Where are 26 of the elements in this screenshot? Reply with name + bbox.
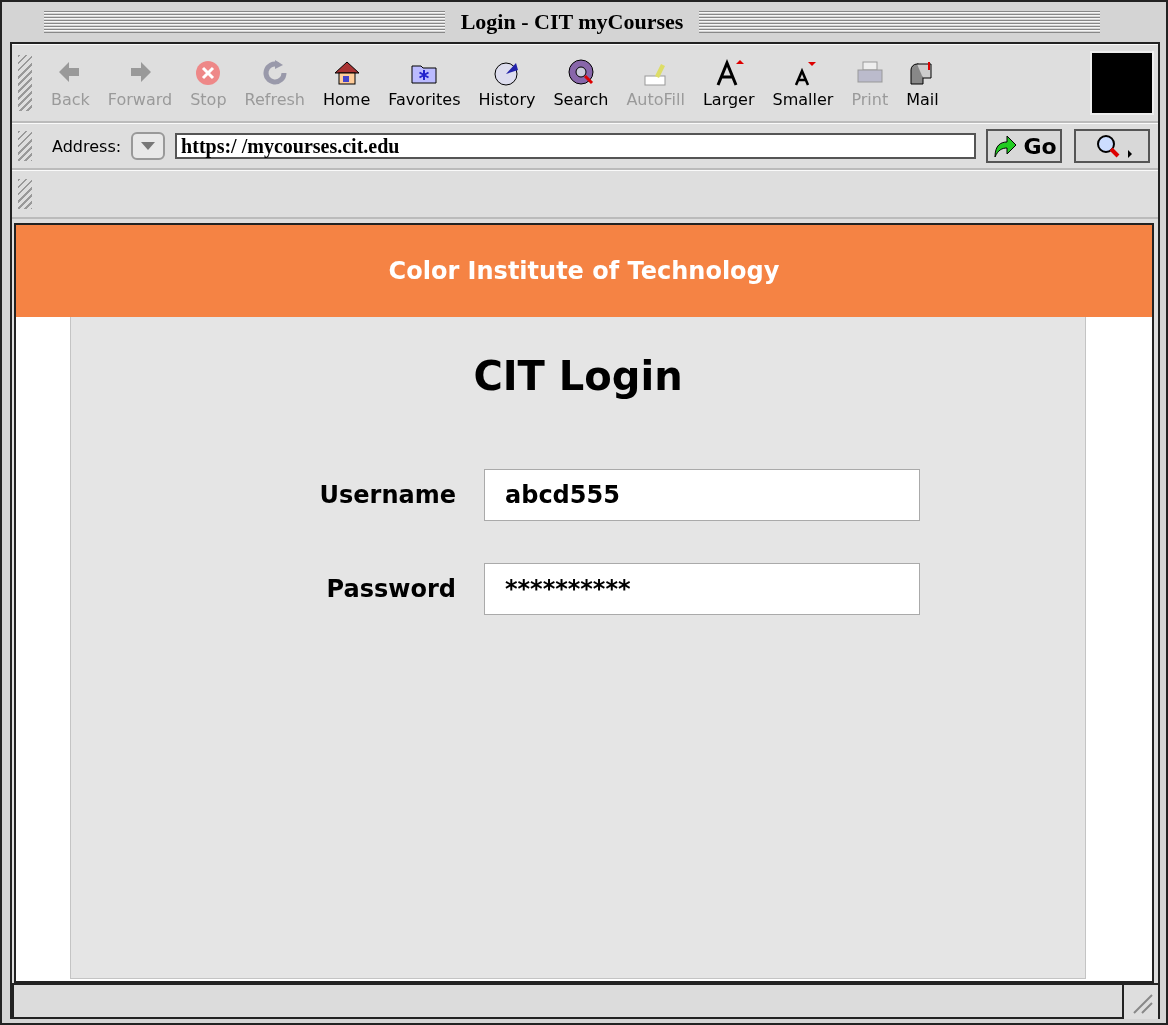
address-field[interactable]: https:/ /mycourses.cit.edu (175, 133, 976, 159)
input-field[interactable]: ********** (484, 563, 920, 615)
go-button[interactable]: Go (986, 129, 1062, 163)
globe-magnifier-icon (565, 57, 596, 88)
toolbar-grip (18, 179, 32, 209)
toolbar-grip (18, 131, 32, 161)
search-button[interactable] (1074, 129, 1150, 163)
site-banner: Color Institute of Technology (16, 225, 1152, 317)
toolbar-grip (18, 55, 32, 111)
field-label: Username (319, 481, 456, 509)
caret-icon (141, 142, 156, 150)
toolbar-button[interactable]: Search (544, 57, 618, 109)
toolbar-button[interactable]: Favorites (379, 57, 470, 109)
window-title: Login - CIT myCourses (460, 9, 684, 35)
curved-arrow-icon (991, 133, 1018, 159)
toolbar-button[interactable]: Smaller (763, 57, 843, 109)
input-field[interactable]: abcd555 (484, 469, 920, 521)
field-label: Password (326, 575, 456, 603)
toolbar-button[interactable]: Larger (693, 57, 764, 109)
address-dropdown[interactable] (131, 132, 166, 160)
toolbar-button[interactable]: Mail (897, 57, 948, 109)
toolbar-button[interactable]: Home (314, 57, 380, 109)
throbber-box (1090, 51, 1154, 115)
address-label: Address: (52, 136, 122, 156)
login-heading: CIT Login (473, 353, 683, 399)
toolbar-button[interactable]: History (469, 57, 545, 109)
